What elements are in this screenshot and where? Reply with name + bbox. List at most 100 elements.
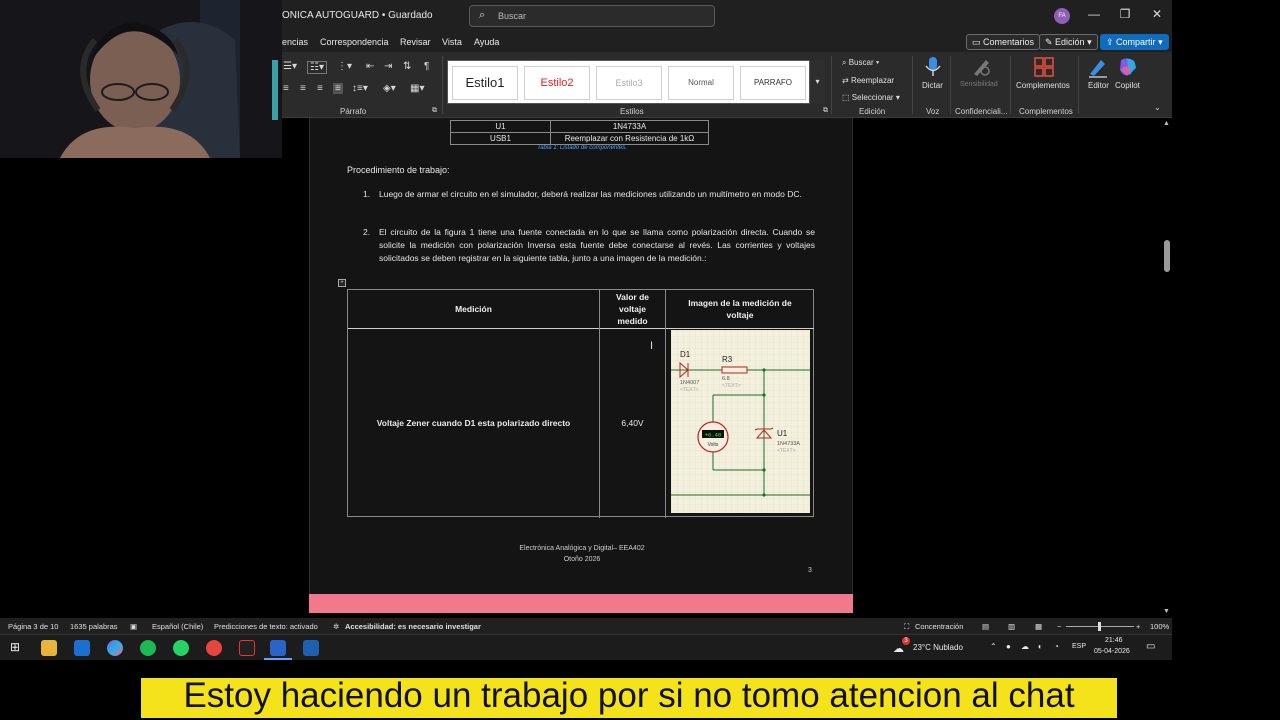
bullets-icon[interactable]: ☰▾: [283, 61, 297, 72]
menu-mailings[interactable]: Correspondencia: [320, 37, 389, 47]
line-spacing-icon[interactable]: ↕≡▾: [352, 83, 368, 94]
components-table: U1 1N4733A USB1 Reemplazar con Resistenc…: [450, 120, 709, 145]
word-icon[interactable]: [270, 640, 286, 656]
wifi-icon[interactable]: ◔: [1054, 642, 1059, 651]
resistor-r3-symbol: [721, 366, 748, 374]
search-box[interactable]: ⌕ Buscar: [469, 5, 715, 27]
style-estilo3[interactable]: Estilo3: [596, 66, 662, 100]
decrease-indent-icon[interactable]: ⇤: [366, 61, 374, 72]
scrollbar-thumb[interactable]: [1164, 240, 1170, 272]
select-button[interactable]: ⬚ Seleccionar ▾: [842, 93, 900, 102]
align-right-icon[interactable]: ≡: [317, 83, 323, 94]
onedrive-icon[interactable]: ☁: [1021, 642, 1029, 651]
menu-help[interactable]: Ayuda: [474, 37, 499, 47]
multilevel-list-icon[interactable]: ⋮▾: [337, 61, 352, 72]
vertical-scrollbar[interactable]: ▲ ▼: [1162, 118, 1172, 618]
clock-date[interactable]: 05-04-2026: [1094, 648, 1130, 655]
copilot-button[interactable]: Copilot: [1115, 81, 1140, 90]
clock-time[interactable]: 21:46: [1105, 637, 1123, 644]
sensitivity-button[interactable]: Sensibilidad: [960, 81, 998, 88]
accessibility-status[interactable]: Accesibilidad: es necesario investigar: [345, 622, 481, 631]
editor-button[interactable]: Editor: [1088, 81, 1109, 90]
find-button[interactable]: ⌕ Buscar ▾: [842, 58, 879, 68]
whatsapp-icon[interactable]: [173, 640, 189, 656]
print-layout-icon[interactable]: ▥: [1008, 622, 1015, 631]
chevron-up-icon[interactable]: ⌃: [990, 642, 997, 651]
style-normal[interactable]: Normal: [668, 66, 734, 100]
style-estilo1[interactable]: Estilo1: [452, 66, 518, 100]
isis-icon[interactable]: [303, 640, 319, 656]
justify-icon[interactable]: ≡: [333, 83, 343, 94]
scroll-up-icon[interactable]: ▲: [1163, 120, 1170, 127]
outlook-icon[interactable]: [74, 640, 90, 656]
start-icon[interactable]: ⊞: [10, 640, 20, 654]
page-footer-term: Otoño 2026: [563, 556, 601, 563]
spotify-icon[interactable]: [140, 640, 156, 656]
borders-icon[interactable]: ▦▾: [410, 83, 424, 94]
editing-mode-button[interactable]: ✎ Edición ▾: [1039, 34, 1098, 50]
scroll-down-icon[interactable]: ▼: [1163, 608, 1170, 615]
increase-indent-icon[interactable]: ⇥: [384, 61, 392, 72]
input-language[interactable]: ESP: [1072, 643, 1086, 650]
pilcrow-icon[interactable]: ¶: [424, 61, 429, 72]
junction-dot: [762, 493, 766, 497]
page-count-status[interactable]: Página 3 de 10: [8, 622, 58, 631]
table-move-handle-icon[interactable]: +: [338, 279, 346, 287]
avatar[interactable]: FA: [1054, 8, 1070, 24]
zoom-out-icon[interactable]: −: [1057, 622, 1061, 631]
voice-group-label: Voz: [926, 107, 940, 116]
table-caption: Tabla 1: Listado de componentes.: [537, 145, 627, 151]
text-predictions-status[interactable]: Predicciones de texto: activado: [214, 622, 318, 631]
share-button[interactable]: ⇪ Compartir ▾: [1100, 34, 1169, 50]
ribbon-separator: [831, 56, 832, 114]
paragraph-launcher-icon[interactable]: ⧉: [432, 107, 437, 115]
align-left-icon[interactable]: ≡: [283, 83, 289, 94]
app-icon[interactable]: [239, 640, 255, 656]
close-icon[interactable]: ✕: [1148, 7, 1166, 21]
replace-label: Reemplazar: [850, 76, 895, 85]
document-page: U1 1N4733A USB1 Reemplazar con Resistenc…: [309, 118, 853, 612]
menu-view[interactable]: Vista: [442, 37, 462, 47]
ribbon-collapse-icon[interactable]: ⌄: [1154, 103, 1161, 112]
focus-mode-button[interactable]: Concentración: [915, 622, 963, 631]
document-title[interactable]: ONICA AUTOGUARD • Guardado: [282, 10, 433, 21]
minimize-icon[interactable]: —: [1085, 7, 1103, 21]
proofing-icon[interactable]: ▣: [130, 622, 137, 631]
read-mode-icon[interactable]: ▤: [982, 622, 989, 631]
menu-review[interactable]: Revisar: [400, 37, 431, 47]
active-app-indicator: [264, 658, 292, 660]
styles-more-icon[interactable]: ▾: [809, 60, 825, 104]
addins-button[interactable]: Complementos: [1016, 81, 1070, 90]
junction-dot: [762, 468, 766, 472]
u1-label: U1: [777, 429, 788, 438]
webcam-overlay: [0, 0, 282, 158]
component-ref: U1: [450, 120, 551, 133]
language-status[interactable]: Español (Chile): [152, 622, 203, 631]
sort-icon[interactable]: ⇅: [403, 61, 411, 72]
microphone-tray-icon[interactable]: ●: [1006, 642, 1011, 651]
styles-launcher-icon[interactable]: ⧉: [823, 107, 828, 115]
replace-button[interactable]: ⇄ Reemplazar: [842, 76, 894, 85]
circuit-diagram: D1 1N4007 <TEXT> R3 6.8 <TEXT> +6.40 Vol…: [671, 330, 810, 513]
zoom-level[interactable]: 100%: [1150, 622, 1169, 631]
comments-button[interactable]: ▭ Comentarios: [966, 34, 1041, 50]
measured-voltage: 6,40V: [621, 418, 644, 428]
notifications-icon[interactable]: ▭: [1146, 641, 1155, 652]
speaker-icon[interactable]: ◖: [1037, 642, 1042, 651]
confidentiality-group-label: Confidenciali...: [955, 107, 1008, 116]
word-count-status[interactable]: 1635 palabras: [70, 622, 118, 631]
web-layout-icon[interactable]: ▦: [1035, 622, 1042, 631]
file-explorer-icon[interactable]: [41, 640, 57, 656]
zoom-slider-thumb[interactable]: [1098, 622, 1101, 631]
align-center-icon[interactable]: ≡: [300, 83, 306, 94]
numbering-icon[interactable]: ☷▾: [307, 61, 327, 74]
weather-status[interactable]: 23°C Nublado: [913, 643, 963, 652]
copilot-app-icon[interactable]: [107, 640, 123, 656]
zoom-in-icon[interactable]: +: [1136, 622, 1140, 631]
style-estilo2[interactable]: Estilo2: [524, 66, 590, 100]
restore-icon[interactable]: ❐: [1116, 7, 1134, 21]
chrome-icon[interactable]: [206, 640, 222, 656]
menu-references[interactable]: encias: [282, 37, 308, 47]
shading-icon[interactable]: ◈▾: [383, 83, 396, 94]
style-parrafo[interactable]: PARRAFO: [740, 66, 806, 100]
